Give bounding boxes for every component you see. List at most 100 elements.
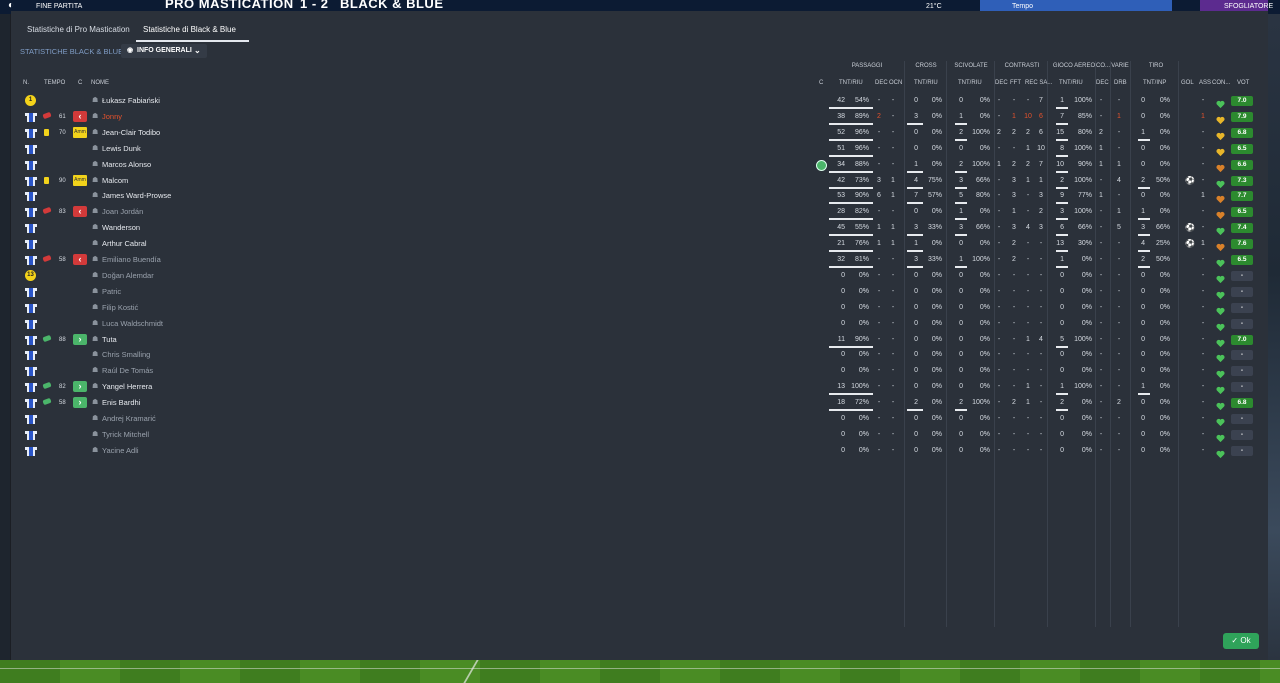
column-header-pass_tnt[interactable]: TNT/RIU bbox=[839, 80, 863, 86]
column-header-con[interactable]: CON... bbox=[1212, 80, 1230, 86]
player-name[interactable]: Enis Bardhi bbox=[102, 395, 140, 411]
table-row[interactable]: ☗ Raúl De Tomás 0 0% - -0 0% 0 0% - - - -0 0% - -0 0% - - bbox=[11, 363, 1268, 379]
column-header-varie[interactable]: DRB bbox=[1114, 80, 1127, 86]
column-header-c[interactable]: C bbox=[78, 80, 82, 86]
player-name[interactable]: Jonny bbox=[102, 109, 122, 125]
player-name[interactable]: Wanderson bbox=[102, 220, 140, 236]
player-name[interactable]: Łukasz Fabiański bbox=[102, 93, 160, 109]
player-name[interactable]: Yacine Adli bbox=[102, 443, 139, 459]
column-header-co_dec[interactable]: DEC bbox=[1096, 80, 1109, 86]
table-row[interactable]: ☗ Arthur Cabral 21 76% 1 1 1 0% 0 0% -2- -13 30% - -4 2… bbox=[11, 236, 1268, 253]
table-row[interactable]: 90 Amm ☗ Malcom 42 73% 3 1 4 75% 3 66% -3 1 1 2 100% -4 2 5… bbox=[11, 173, 1268, 189]
column-header-c2[interactable]: C bbox=[819, 80, 823, 86]
table-row[interactable]: 1 ☗ Łukasz Fabiański 42 54% - -0 0% 0 0% - - -7 1 100%… bbox=[11, 93, 1268, 109]
table-row[interactable]: 13 ☗ Doğan Alemdar 0 0% - -0 0% 0 0% - - - -0 0% - -0 0% -… bbox=[11, 268, 1268, 284]
tackles-ratio: 0% bbox=[979, 144, 990, 152]
player-name[interactable]: Tuta bbox=[102, 332, 117, 348]
player-name[interactable]: Joan Jordán bbox=[102, 204, 143, 220]
table-row[interactable]: ☗ Yacine Adli 0 0% - -0 0% 0 0% - - - -0 0% - -0 0% - - bbox=[11, 443, 1268, 459]
player-name[interactable]: Malcom bbox=[102, 173, 128, 189]
crosses-attempted: 0 bbox=[914, 271, 918, 279]
clearances: 3 bbox=[1039, 192, 1043, 200]
column-header-tiro[interactable]: TNT/INP bbox=[1143, 80, 1166, 86]
headers-ratio: 30% bbox=[1077, 240, 1092, 248]
recoveries: 2 bbox=[1026, 160, 1030, 168]
table-row[interactable]: ☗ James Ward-Prowse 53 90% 6 1 7 57% 5 80% -3-3 9 77… bbox=[11, 188, 1268, 205]
column-header-pass_dec[interactable]: DEC bbox=[875, 80, 888, 86]
table-row[interactable]: ☗ Andrej Kramarić 0 0% - -0 0% 0 0% - - - -0 0% - -0 0% -… bbox=[11, 411, 1268, 427]
column-header-pass_occ[interactable]: OCN bbox=[889, 80, 902, 86]
tab-black-blue[interactable]: Statistiche di Black & Blue bbox=[143, 25, 236, 34]
contrasts-decisive: 2 bbox=[997, 128, 1001, 136]
player-name[interactable]: Lewis Dunk bbox=[102, 141, 141, 157]
column-header-ass[interactable]: ASS bbox=[1199, 80, 1211, 86]
crosses-attempted: 0 bbox=[914, 319, 918, 327]
player-name[interactable]: Arthur Cabral bbox=[102, 236, 147, 252]
column-header-con_dec[interactable]: DEC bbox=[995, 80, 1008, 86]
player-name[interactable]: Doğan Alemdar bbox=[102, 268, 154, 284]
player-name[interactable]: Chris Smalling bbox=[102, 347, 150, 363]
column-header-gol[interactable]: GOL bbox=[1181, 80, 1194, 86]
column-header-scivolate[interactable]: TNT/RIU bbox=[958, 80, 982, 86]
column-header-vot[interactable]: VOT bbox=[1237, 80, 1249, 86]
player-name[interactable]: James Ward-Prowse bbox=[102, 188, 171, 204]
table-row[interactable]: ☗ Chris Smalling 0 0% - -0 0% 0 0% - - - -0 0% - -0 0% - - bbox=[11, 347, 1268, 363]
table-row[interactable]: ☗ Luca Waldschmidt 0 0% - -0 0% 0 0% - - - -0 0% - -0 0%… bbox=[11, 316, 1268, 332]
table-row[interactable]: 58 ‹ ☗ Emiliano Buendía 32 81% - -3 33% 1 100% -2- -… bbox=[11, 252, 1268, 268]
column-group-header: CONTRASTI bbox=[1004, 63, 1040, 69]
column-header-n[interactable]: N. bbox=[23, 80, 29, 86]
crosses-ratio: 0% bbox=[931, 351, 942, 359]
table-row[interactable]: ☗ Wanderson 45 55% 1 1 3 33% 3 66% -3 4 3 6 66% -5 3 66% ⚽… bbox=[11, 220, 1268, 237]
crosses-attempted: 0 bbox=[914, 144, 918, 152]
co-decisive: - bbox=[1099, 415, 1103, 422]
table-row[interactable]: ☗ Patric 0 0% - -0 0% 0 0% - - - -0 0% - -0 0% - - bbox=[11, 284, 1268, 300]
shots-attempted: 0 bbox=[1141, 335, 1145, 343]
table-row[interactable]: ☗ Lewis Dunk 51 96% - -0 0% 0 0% - -1 10 8 100% 1-0 0% -… bbox=[11, 141, 1268, 157]
shots-ratio: 0% bbox=[1159, 367, 1170, 375]
player-name[interactable]: Jean-Clair Todibo bbox=[102, 125, 160, 141]
player-name[interactable]: Marcos Alonso bbox=[102, 157, 151, 173]
player-name[interactable]: Yangel Herrera bbox=[102, 379, 152, 395]
person-icon: ☗ bbox=[92, 240, 99, 248]
view-dropdown[interactable]: ◉ INFO GENERALI ⌄ bbox=[121, 44, 207, 58]
ok-button[interactable]: ✓ Ok bbox=[1223, 633, 1259, 649]
column-header-aereo[interactable]: TNT/RIU bbox=[1059, 80, 1083, 86]
table-row[interactable]: 83 ‹ ☗ Joan Jordán 28 82% - -0 0% 1 0% -1-2 3 100% -1 1… bbox=[11, 204, 1268, 221]
passes-decisive: 1 bbox=[877, 240, 881, 248]
tab-pro-mastication[interactable]: Statistiche di Pro Mastication bbox=[27, 25, 130, 34]
assists: - bbox=[1201, 271, 1205, 279]
tackles-ratio: 0% bbox=[979, 383, 990, 391]
chances-created: - bbox=[891, 415, 895, 422]
player-name[interactable]: Raúl De Tomás bbox=[102, 363, 153, 379]
table-row[interactable]: 82 › ☗ Yangel Herrera 13 100% - -0 0% 0 0% - -1-1 100… bbox=[11, 379, 1268, 396]
fouls: - bbox=[1012, 303, 1016, 311]
player-name[interactable]: Luca Waldschmidt bbox=[102, 316, 163, 332]
clearances: - bbox=[1039, 383, 1043, 391]
column-header-cross[interactable]: TNT/RIU bbox=[914, 80, 938, 86]
recoveries: - bbox=[1026, 97, 1030, 104]
table-row[interactable]: 58 › ☗ Enis Bardhi 18 72% - -2 0% 2 100% -2 1-2 0% -2 0… bbox=[11, 395, 1268, 412]
column-header-con_fft[interactable]: FFT bbox=[1010, 80, 1021, 86]
recoveries: - bbox=[1026, 351, 1030, 359]
clearances: 1 bbox=[1039, 176, 1043, 184]
table-row[interactable]: 70 Amm ☗ Jean-Clair Todibo 52 96% - -0 0% 2 100% 2 2… bbox=[11, 125, 1268, 141]
player-name[interactable]: Emiliano Buendía bbox=[102, 252, 161, 268]
table-row[interactable]: ☗ Tyrick Mitchell 0 0% - -0 0% 0 0% - - - -0 0% - -0 0% -… bbox=[11, 427, 1268, 443]
player-name[interactable]: Patric bbox=[102, 284, 121, 300]
shots-ratio: 0% bbox=[1159, 446, 1170, 454]
player-name[interactable]: Filip Kostić bbox=[102, 300, 138, 316]
table-row[interactable]: 88 › ☗ Tuta 11 90% - -0 0% 0 0% - -1 4 5 100% - -0 0% -7.0 bbox=[11, 332, 1268, 348]
player-name[interactable]: Tyrick Mitchell bbox=[102, 427, 149, 443]
table-row[interactable]: ☗ Filip Kostić 0 0% - -0 0% 0 0% - - - -0 0% - -0 0% - - bbox=[11, 300, 1268, 316]
contrasts-decisive: - bbox=[997, 446, 1001, 454]
table-row[interactable]: 61 ‹ ☗ Jonny 38 89% 2-3 0% 1 0% -1 10 6 7 85% -1 0 0% 1 7.9 bbox=[11, 109, 1268, 125]
shirt-icon bbox=[25, 302, 37, 313]
column-header-tempo[interactable]: TEMPO bbox=[44, 80, 65, 86]
rating-badge: 6.8 bbox=[1231, 127, 1253, 138]
table-row[interactable]: ☗ Marcos Alonso 34 88% - -1 0% 2 100% 1 2 2 7 10 90% 1 1… bbox=[11, 157, 1268, 173]
clearances: - bbox=[1039, 287, 1043, 295]
column-header-con_rec[interactable]: REC SA... bbox=[1025, 80, 1052, 86]
player-name[interactable]: Andrej Kramarić bbox=[102, 411, 156, 427]
column-header-nome[interactable]: NOME bbox=[91, 80, 109, 86]
shots-attempted: 0 bbox=[1141, 287, 1145, 295]
